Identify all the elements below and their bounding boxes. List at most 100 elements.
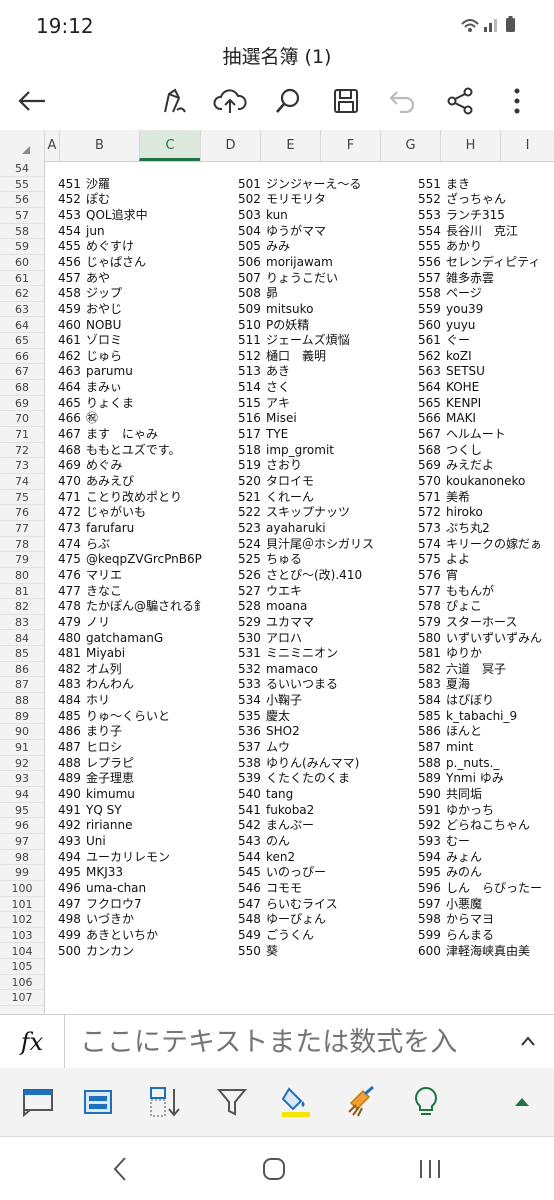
list-entry[interactable]: 472 じゃがいも — [58, 505, 202, 521]
list-entry[interactable]: 462 じゅら — [58, 349, 202, 365]
row-number[interactable]: 61 — [0, 271, 44, 287]
list-entry[interactable]: 478 たかぽん@騙される釒 — [58, 599, 202, 615]
row-number[interactable]: 79 — [0, 552, 44, 568]
select-all-corner[interactable] — [22, 146, 30, 154]
format-painter-icon[interactable] — [340, 1080, 384, 1124]
list-entry[interactable]: 527 ウエキ — [238, 584, 388, 600]
row-number[interactable]: 82 — [0, 599, 44, 615]
list-entry[interactable]: 554 長谷川 克江 — [418, 224, 554, 240]
row-number[interactable]: 101 — [0, 897, 44, 913]
row-number[interactable]: 78 — [0, 537, 44, 553]
row-number[interactable]: 81 — [0, 584, 44, 600]
list-entry[interactable]: 550 葵 — [238, 944, 388, 960]
row-number[interactable]: 104 — [0, 944, 44, 960]
list-entry[interactable]: 457 あや — [58, 271, 202, 287]
row-number[interactable]: 105 — [0, 959, 44, 975]
list-entry[interactable]: 455 めぐすけ — [58, 239, 202, 255]
row-number[interactable]: 69 — [0, 396, 44, 412]
list-entry[interactable]: 563 SETSU — [418, 364, 554, 380]
column-header-g[interactable]: G — [380, 130, 440, 161]
row-number[interactable]: 60 — [0, 255, 44, 271]
list-entry[interactable]: 498 いづきか — [58, 912, 202, 928]
list-entry[interactable]: 557 雑多赤雲 — [418, 271, 554, 287]
list-entry[interactable]: 542 まんぷー — [238, 818, 388, 834]
list-entry[interactable]: 529 ユカママ — [238, 615, 388, 631]
column-header-a[interactable]: A — [44, 130, 59, 161]
list-entry[interactable]: 597 小悪魔 — [418, 897, 554, 913]
column-header-d[interactable]: D — [200, 130, 260, 161]
list-entry[interactable]: 452 ぽむ — [58, 192, 202, 208]
row-number[interactable]: 75 — [0, 490, 44, 506]
list-entry[interactable]: 458 ジップ — [58, 286, 202, 302]
row-number[interactable]: 91 — [0, 740, 44, 756]
list-entry[interactable]: 595 みのん — [418, 865, 554, 881]
list-entry[interactable]: 523 ayaharuki — [238, 521, 388, 537]
list-entry[interactable]: 502 モリモリタ — [238, 192, 388, 208]
row-number[interactable]: 74 — [0, 474, 44, 490]
list-entry[interactable]: 520 タロイモ — [238, 474, 388, 490]
fx-button[interactable]: fx — [0, 1015, 65, 1069]
chevron-up-icon[interactable] — [520, 1032, 536, 1051]
list-entry[interactable]: 576 宵 — [418, 568, 554, 584]
row-number[interactable]: 84 — [0, 631, 44, 647]
list-entry[interactable]: 456 じゃぱさん — [58, 255, 202, 271]
row-number[interactable]: 94 — [0, 787, 44, 803]
row-number[interactable]: 62 — [0, 286, 44, 302]
list-entry[interactable]: 470 あみえび — [58, 474, 202, 490]
list-entry[interactable]: 499 あきといちか — [58, 928, 202, 944]
list-entry[interactable]: 568 つくし — [418, 443, 554, 459]
list-entry[interactable]: 504 ゆうがママ — [238, 224, 388, 240]
list-entry[interactable]: 581 ゆりか — [418, 646, 554, 662]
list-entry[interactable]: 471 ことり改めポとり — [58, 490, 202, 506]
home-icon[interactable] — [252, 1151, 296, 1187]
row-number[interactable]: 87 — [0, 677, 44, 694]
list-entry[interactable]: 525 ちゅる — [238, 552, 388, 568]
row-number[interactable]: 57 — [0, 208, 44, 224]
row-number[interactable]: 99 — [0, 865, 44, 881]
list-entry[interactable]: 552 ざっちゃん — [418, 192, 554, 208]
row-number[interactable]: 67 — [0, 364, 44, 381]
save-icon[interactable] — [326, 80, 366, 122]
list-entry[interactable]: 476 マリエ — [58, 568, 202, 584]
list-entry[interactable]: 543 のん — [238, 834, 388, 850]
list-entry[interactable]: 492 ririanne — [58, 818, 202, 834]
column-header-c[interactable]: C — [139, 130, 200, 161]
row-number[interactable]: 92 — [0, 756, 44, 772]
pen-icon[interactable] — [154, 80, 194, 122]
column-header-h[interactable]: H — [440, 130, 500, 161]
list-entry[interactable]: 588 p._nuts._ — [418, 756, 554, 772]
list-entry[interactable]: 517 TYE — [238, 427, 388, 443]
list-entry[interactable]: 481 Miyabi — [58, 646, 202, 662]
list-entry[interactable]: 503 kun — [238, 208, 388, 224]
list-entry[interactable]: 599 らんまる — [418, 928, 554, 944]
list-entry[interactable]: 596 しん らぴったー — [418, 881, 554, 897]
fill-color-icon[interactable] — [274, 1080, 318, 1124]
list-entry[interactable]: 491 YQ SY — [58, 803, 202, 819]
list-entry[interactable]: 486 まり子 — [58, 724, 202, 740]
list-entry[interactable]: 505 みみ — [238, 239, 388, 255]
row-number[interactable]: 88 — [0, 693, 44, 709]
list-entry[interactable]: 512 樋口 義明 — [238, 349, 388, 365]
row-number[interactable]: 102 — [0, 912, 44, 928]
list-entry[interactable]: 541 fukoba2 — [238, 803, 388, 819]
list-entry[interactable]: 515 アキ — [238, 396, 388, 412]
row-number[interactable]: 54 — [0, 161, 44, 177]
list-entry[interactable]: 519 さおり — [238, 458, 388, 474]
row-number[interactable]: 106 — [0, 975, 44, 991]
list-entry[interactable]: 493 Uni — [58, 834, 202, 850]
list-entry[interactable]: 577 ももんが — [418, 584, 554, 600]
comment-icon[interactable] — [16, 1080, 60, 1124]
list-entry[interactable]: 583 夏海 — [418, 677, 554, 693]
list-entry[interactable]: 598 からマヨ — [418, 912, 554, 928]
list-entry[interactable]: 593 むー — [418, 834, 554, 850]
row-number[interactable]: 73 — [0, 458, 44, 474]
column-header-e[interactable]: E — [260, 130, 320, 161]
list-entry[interactable]: 532 mamaco — [238, 662, 388, 678]
list-entry[interactable]: 566 MAKI — [418, 411, 554, 427]
list-entry[interactable]: 585 k_tabachi_9 — [418, 709, 554, 725]
list-entry[interactable]: 489 金子理恵 — [58, 771, 202, 787]
list-entry[interactable]: 510 Pの妖精 — [238, 318, 388, 334]
list-entry[interactable]: 578 ぴょこ — [418, 599, 554, 615]
list-entry[interactable]: 526 さとぴ〜(改).410 — [238, 568, 388, 584]
list-entry[interactable]: 487 ヒロシ — [58, 740, 202, 756]
